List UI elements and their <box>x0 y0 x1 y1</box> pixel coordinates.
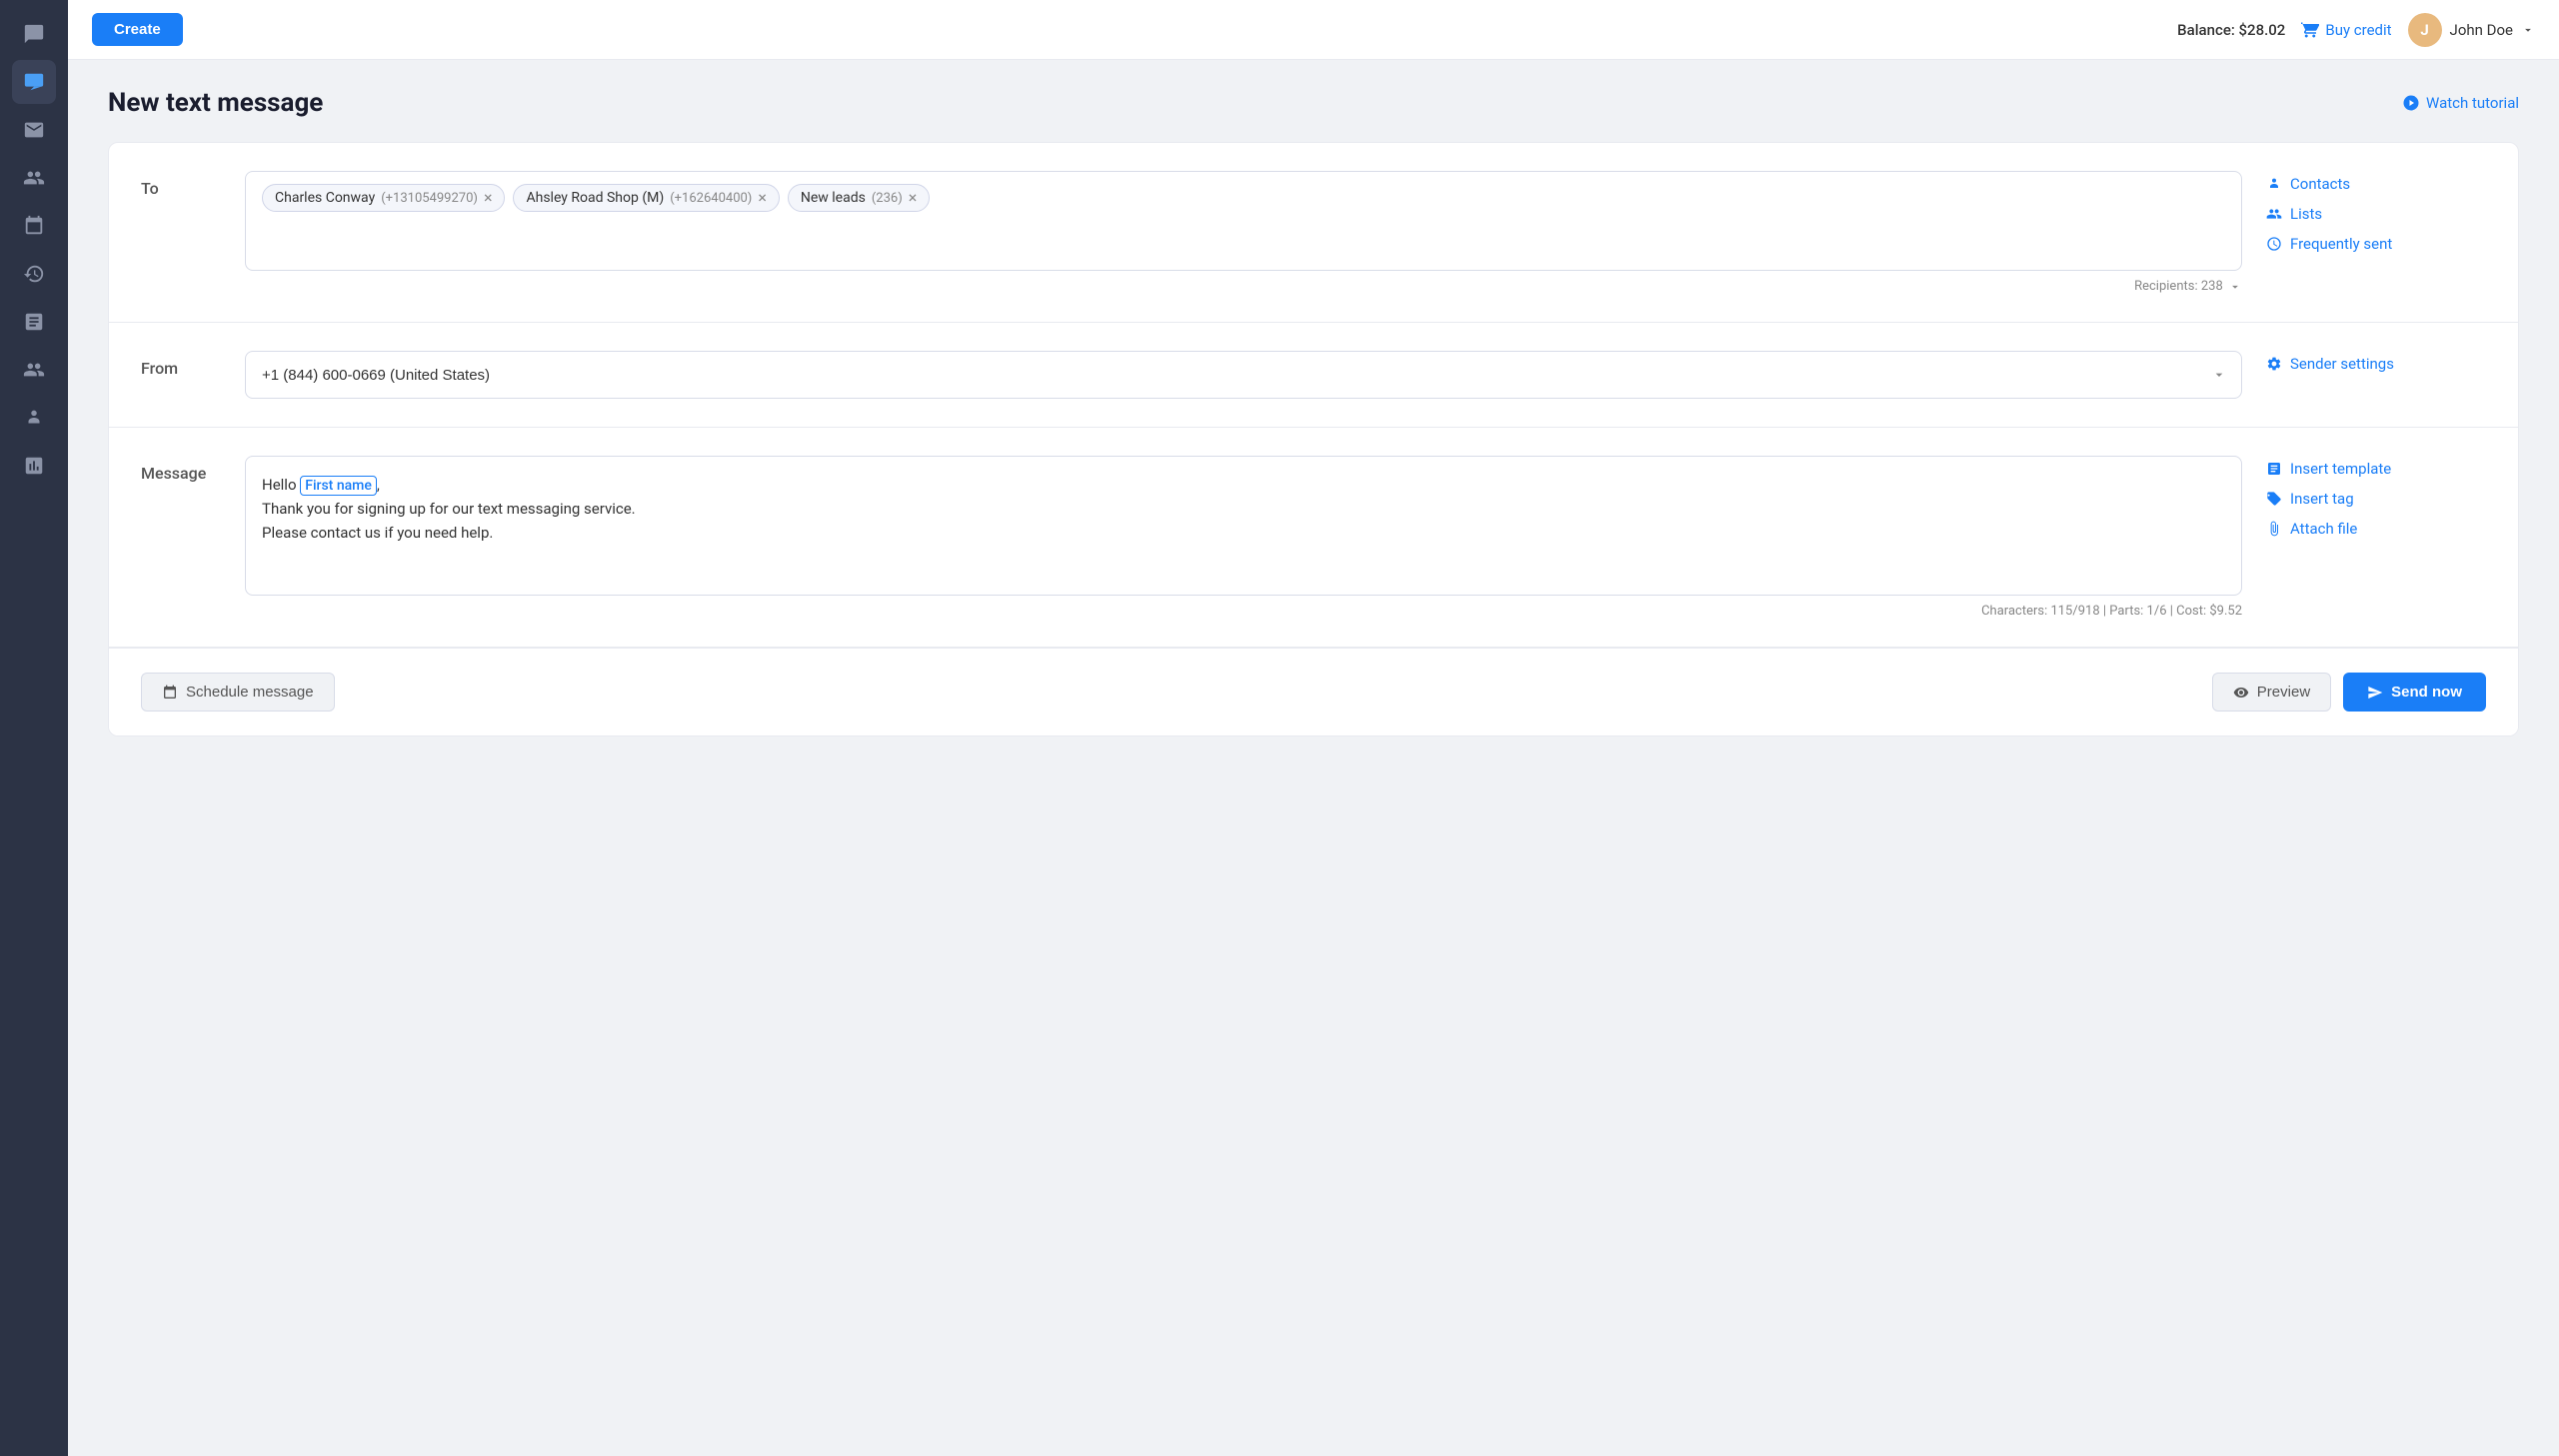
recipient-tag-ahsley: Ahsley Road Shop (M) (+162640400) × <box>513 184 779 212</box>
avatar: J <box>2408 13 2442 47</box>
remove-charles-btn[interactable]: × <box>484 190 493 206</box>
message-meta: Characters: 115/918 | Parts: 1/6 | Cost:… <box>245 604 2242 619</box>
send-label: Send now <box>2391 684 2462 701</box>
message-main: Hello First name, Thank you for signing … <box>245 456 2242 619</box>
sidebar-item-history[interactable] <box>12 252 56 296</box>
insert-tag-label: Insert tag <box>2290 490 2354 508</box>
action-right: Preview Send now <box>2212 673 2486 712</box>
lists-label: Lists <box>2290 205 2322 223</box>
send-icon <box>2367 685 2383 701</box>
sidebar-item-teams[interactable] <box>12 348 56 392</box>
tag-icon <box>2266 491 2282 507</box>
sidebar <box>0 0 68 1456</box>
content-area: New text message Watch tutorial To Charl… <box>68 60 2559 1456</box>
insert-template-label: Insert template <box>2290 460 2391 478</box>
calendar-icon <box>162 685 178 701</box>
schedule-label: Schedule message <box>186 684 314 701</box>
preview-label: Preview <box>2257 684 2310 701</box>
message-line2: Thank you for signing up for our text me… <box>262 500 636 518</box>
sidebar-item-calendar[interactable] <box>12 204 56 248</box>
sender-settings-label: Sender settings <box>2290 355 2394 373</box>
watch-tutorial-link[interactable]: Watch tutorial <box>2402 94 2519 112</box>
to-section: To Charles Conway (+13105499270) × Ahsle… <box>109 143 2518 323</box>
attach-file-link[interactable]: Attach file <box>2266 520 2486 538</box>
schedule-message-button[interactable]: Schedule message <box>141 673 335 712</box>
recipient-tag-charles: Charles Conway (+13105499270) × <box>262 184 505 212</box>
message-display[interactable]: Hello First name, Thank you for signing … <box>245 456 2242 596</box>
recipient-name: New leads <box>801 190 866 206</box>
from-label: From <box>141 351 221 399</box>
frequently-sent-link[interactable]: Frequently sent <box>2266 235 2486 253</box>
sidebar-item-account[interactable] <box>12 396 56 440</box>
preview-button[interactable]: Preview <box>2212 673 2331 712</box>
contacts-label: Contacts <box>2290 175 2350 193</box>
watch-tutorial-label: Watch tutorial <box>2426 94 2519 112</box>
user-menu[interactable]: J John Doe <box>2408 13 2535 47</box>
create-button[interactable]: Create <box>92 13 183 46</box>
from-phone-dropdown[interactable]: +1 (844) 600-0669 (United States) <box>262 367 2225 384</box>
from-side: Sender settings <box>2266 351 2486 399</box>
frequently-sent-label: Frequently sent <box>2290 235 2392 253</box>
message-comma: , <box>377 476 380 494</box>
cart-icon <box>2301 21 2319 39</box>
page-title: New text message <box>108 88 323 118</box>
recipients-count: Recipients: 238 <box>245 279 2242 294</box>
recipient-phone: (+162640400) <box>670 191 752 206</box>
from-phone-select[interactable]: +1 (844) 600-0669 (United States) <box>245 351 2242 399</box>
user-name: John Doe <box>2450 21 2513 39</box>
gear-icon <box>2266 356 2282 372</box>
recipients-field[interactable]: Charles Conway (+13105499270) × Ahsley R… <box>245 171 2242 271</box>
contacts-icon <box>2266 176 2282 192</box>
from-section: From +1 (844) 600-0669 (United States) S… <box>109 323 2518 428</box>
attach-icon <box>2266 521 2282 537</box>
recipient-name: Charles Conway <box>275 190 375 206</box>
message-hello: Hello <box>262 476 297 494</box>
insert-tag-link[interactable]: Insert tag <box>2266 490 2486 508</box>
recipient-name: Ahsley Road Shop (M) <box>526 190 664 206</box>
lists-link[interactable]: Lists <box>2266 205 2486 223</box>
to-side: Contacts Lists Frequently sent <box>2266 171 2486 294</box>
action-bar: Schedule message Preview Send now <box>109 648 2518 735</box>
message-line3: Please contact us if you need help. <box>262 524 493 542</box>
eye-icon <box>2233 685 2249 701</box>
to-label: To <box>141 171 221 294</box>
buy-credit-label: Buy credit <box>2325 21 2391 39</box>
from-main: +1 (844) 600-0669 (United States) <box>245 351 2242 399</box>
recipient-tag-newleads: New leads (236) × <box>788 184 930 212</box>
sidebar-item-inbox[interactable] <box>12 108 56 152</box>
first-name-tag[interactable]: First name <box>300 476 377 496</box>
chevron-down-icon <box>2521 23 2535 37</box>
sidebar-item-sms[interactable] <box>12 60 56 104</box>
attach-file-label: Attach file <box>2290 520 2357 538</box>
message-label: Message <box>141 456 221 619</box>
remove-ahsley-btn[interactable]: × <box>758 190 767 206</box>
message-side: Insert template Insert tag Attach file <box>2266 456 2486 619</box>
insert-template-link[interactable]: Insert template <box>2266 460 2486 478</box>
sidebar-item-compose[interactable] <box>12 12 56 56</box>
sender-settings-link[interactable]: Sender settings <box>2266 355 2486 373</box>
sidebar-item-contacts[interactable] <box>12 156 56 200</box>
to-main: Charles Conway (+13105499270) × Ahsley R… <box>245 171 2242 294</box>
main-area: Create Balance: $28.02 Buy credit J John… <box>68 0 2559 1456</box>
topbar: Create Balance: $28.02 Buy credit J John… <box>68 0 2559 60</box>
page-header: New text message Watch tutorial <box>108 88 2519 118</box>
send-now-button[interactable]: Send now <box>2343 673 2486 712</box>
recipient-phone: (236) <box>872 191 903 206</box>
buy-credit-link[interactable]: Buy credit <box>2301 21 2391 39</box>
chevron-down-icon <box>2228 280 2242 294</box>
template-icon <box>2266 461 2282 477</box>
recipient-phone: (+13105499270) <box>381 191 478 206</box>
lists-icon <box>2266 206 2282 222</box>
remove-newleads-btn[interactable]: × <box>909 190 918 206</box>
contacts-link[interactable]: Contacts <box>2266 175 2486 193</box>
balance-label: Balance: $28.02 <box>2177 21 2285 39</box>
clock-icon <box>2266 236 2282 252</box>
play-icon <box>2402 94 2420 112</box>
message-section: Message Hello First name, Thank you for … <box>109 428 2518 648</box>
sidebar-item-tasks[interactable] <box>12 300 56 344</box>
form-card: To Charles Conway (+13105499270) × Ahsle… <box>108 142 2519 736</box>
sidebar-item-analytics[interactable] <box>12 444 56 488</box>
